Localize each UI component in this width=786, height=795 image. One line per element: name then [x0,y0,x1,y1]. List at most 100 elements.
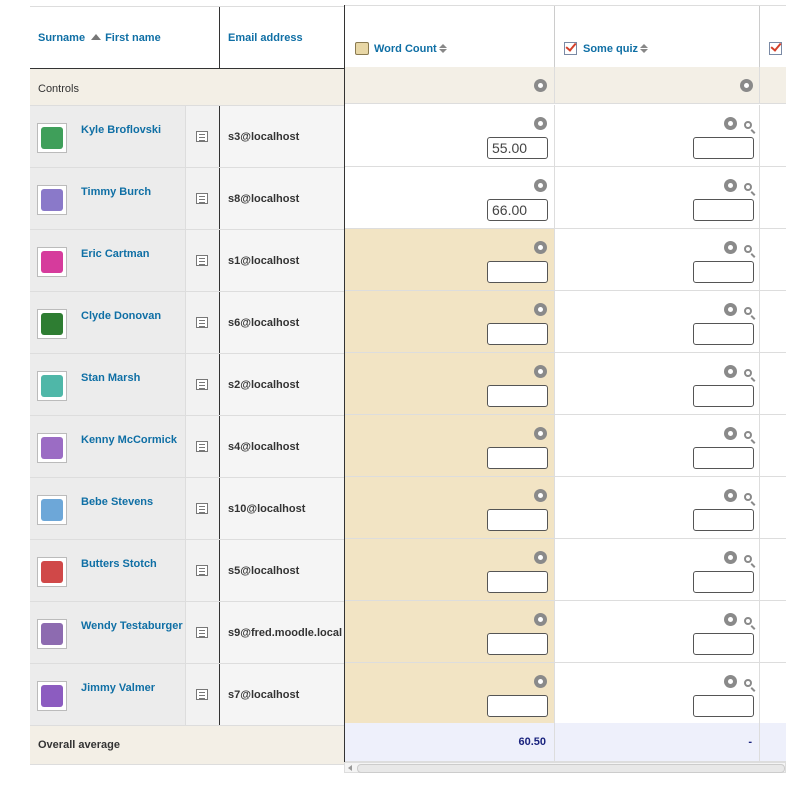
user-name-link[interactable]: Wendy Testaburger [81,620,183,632]
grade-row [345,415,786,477]
gear-icon[interactable] [535,676,546,687]
gear-icon[interactable] [725,180,736,191]
user-report-icon[interactable] [196,441,208,452]
grade-input-word-count[interactable] [487,695,548,717]
user-report-icon[interactable] [196,131,208,142]
gear-icon[interactable] [535,118,546,129]
gear-icon[interactable] [725,676,736,687]
user-name-link[interactable]: Bebe Stevens [81,496,153,508]
gear-icon[interactable] [725,614,736,625]
grade-input-some-quiz[interactable] [693,509,754,531]
search-icon[interactable] [744,617,752,625]
gear-icon[interactable] [725,428,736,439]
avatar[interactable] [37,123,67,153]
word-count-link[interactable]: Word Count [374,43,437,55]
grade-input-word-count[interactable] [487,509,548,531]
gear-icon[interactable] [535,304,546,315]
user-report-icon[interactable] [196,193,208,204]
gear-icon[interactable] [725,118,736,129]
search-icon[interactable] [744,245,752,253]
avatar[interactable] [37,185,67,215]
user-email: s6@localhost [228,317,300,329]
user-report-icon[interactable] [196,565,208,576]
gear-icon[interactable] [535,80,546,91]
grade-input-word-count[interactable] [487,261,548,283]
grade-input-word-count[interactable] [487,571,548,593]
gear-icon[interactable] [725,242,736,253]
avatar[interactable] [37,681,67,711]
user-name-link[interactable]: Clyde Donovan [81,310,161,322]
search-icon[interactable] [744,431,752,439]
horizontal-scrollbar[interactable] [344,762,786,773]
user-name-link[interactable]: Eric Cartman [81,248,149,260]
user-report-icon[interactable] [196,255,208,266]
column-some-quiz: Some quiz [564,42,649,55]
gear-icon[interactable] [741,80,752,91]
search-icon[interactable] [744,183,752,191]
gear-icon[interactable] [725,304,736,315]
gear-icon[interactable] [535,180,546,191]
gear-icon[interactable] [535,552,546,563]
gear-icon[interactable] [725,552,736,563]
sort-by-firstname-link[interactable]: First name [105,32,161,44]
search-icon[interactable] [744,121,752,129]
grade-input-some-quiz[interactable] [693,261,754,283]
grade-input-some-quiz[interactable] [693,633,754,655]
grade-input-some-quiz[interactable] [693,447,754,469]
user-name-link[interactable]: Butters Stotch [81,558,157,570]
grade-input-some-quiz[interactable] [693,137,754,159]
user-report-icon[interactable] [196,627,208,638]
controls-row: Controls [30,69,344,106]
scroll-left-icon[interactable] [348,765,352,771]
gear-icon[interactable] [535,614,546,625]
grade-input-word-count[interactable] [487,199,548,221]
user-name-link[interactable]: Jimmy Valmer [81,682,155,694]
some-quiz-link[interactable]: Some quiz [583,43,638,55]
grade-input-some-quiz[interactable] [693,199,754,221]
avatar[interactable] [37,495,67,525]
avatar-image [41,189,63,211]
grade-input-some-quiz[interactable] [693,385,754,407]
scroll-thumb[interactable] [357,764,785,773]
avatar-image [41,251,63,273]
grade-input-some-quiz[interactable] [693,571,754,593]
grade-input-word-count[interactable] [487,447,548,469]
avatar[interactable] [37,557,67,587]
search-icon[interactable] [744,307,752,315]
avatar[interactable] [37,371,67,401]
sort-by-surname-link[interactable]: Surname [38,32,85,44]
gear-icon[interactable] [535,242,546,253]
search-icon[interactable] [744,679,752,687]
search-icon[interactable] [744,555,752,563]
user-report-icon[interactable] [196,379,208,390]
sort-icon[interactable] [640,44,649,53]
grade-input-some-quiz[interactable] [693,695,754,717]
gear-icon[interactable] [725,366,736,377]
search-icon[interactable] [744,493,752,501]
search-icon[interactable] [744,369,752,377]
grade-input-word-count[interactable] [487,137,548,159]
grade-input-word-count[interactable] [487,385,548,407]
gear-icon[interactable] [535,490,546,501]
grade-row [345,601,786,663]
user-name-link[interactable]: Timmy Burch [81,186,151,198]
gear-icon[interactable] [535,428,546,439]
user-name-link[interactable]: Stan Marsh [81,372,140,384]
sort-icon[interactable] [438,44,447,53]
user-name-link[interactable]: Kenny McCormick [81,434,177,446]
avatar[interactable] [37,309,67,339]
grade-input-word-count[interactable] [487,323,548,345]
sort-by-email-link[interactable]: Email address [228,32,303,44]
user-report-icon[interactable] [196,503,208,514]
grade-input-word-count[interactable] [487,633,548,655]
user-report-icon[interactable] [196,689,208,700]
user-name-link[interactable]: Kyle Broflovski [81,124,161,136]
avatar[interactable] [37,433,67,463]
avatar[interactable] [37,247,67,277]
user-report-icon[interactable] [196,317,208,328]
gear-icon[interactable] [535,366,546,377]
grade-input-some-quiz[interactable] [693,323,754,345]
gear-icon[interactable] [725,490,736,501]
controls-row-items [345,67,786,104]
avatar[interactable] [37,619,67,649]
